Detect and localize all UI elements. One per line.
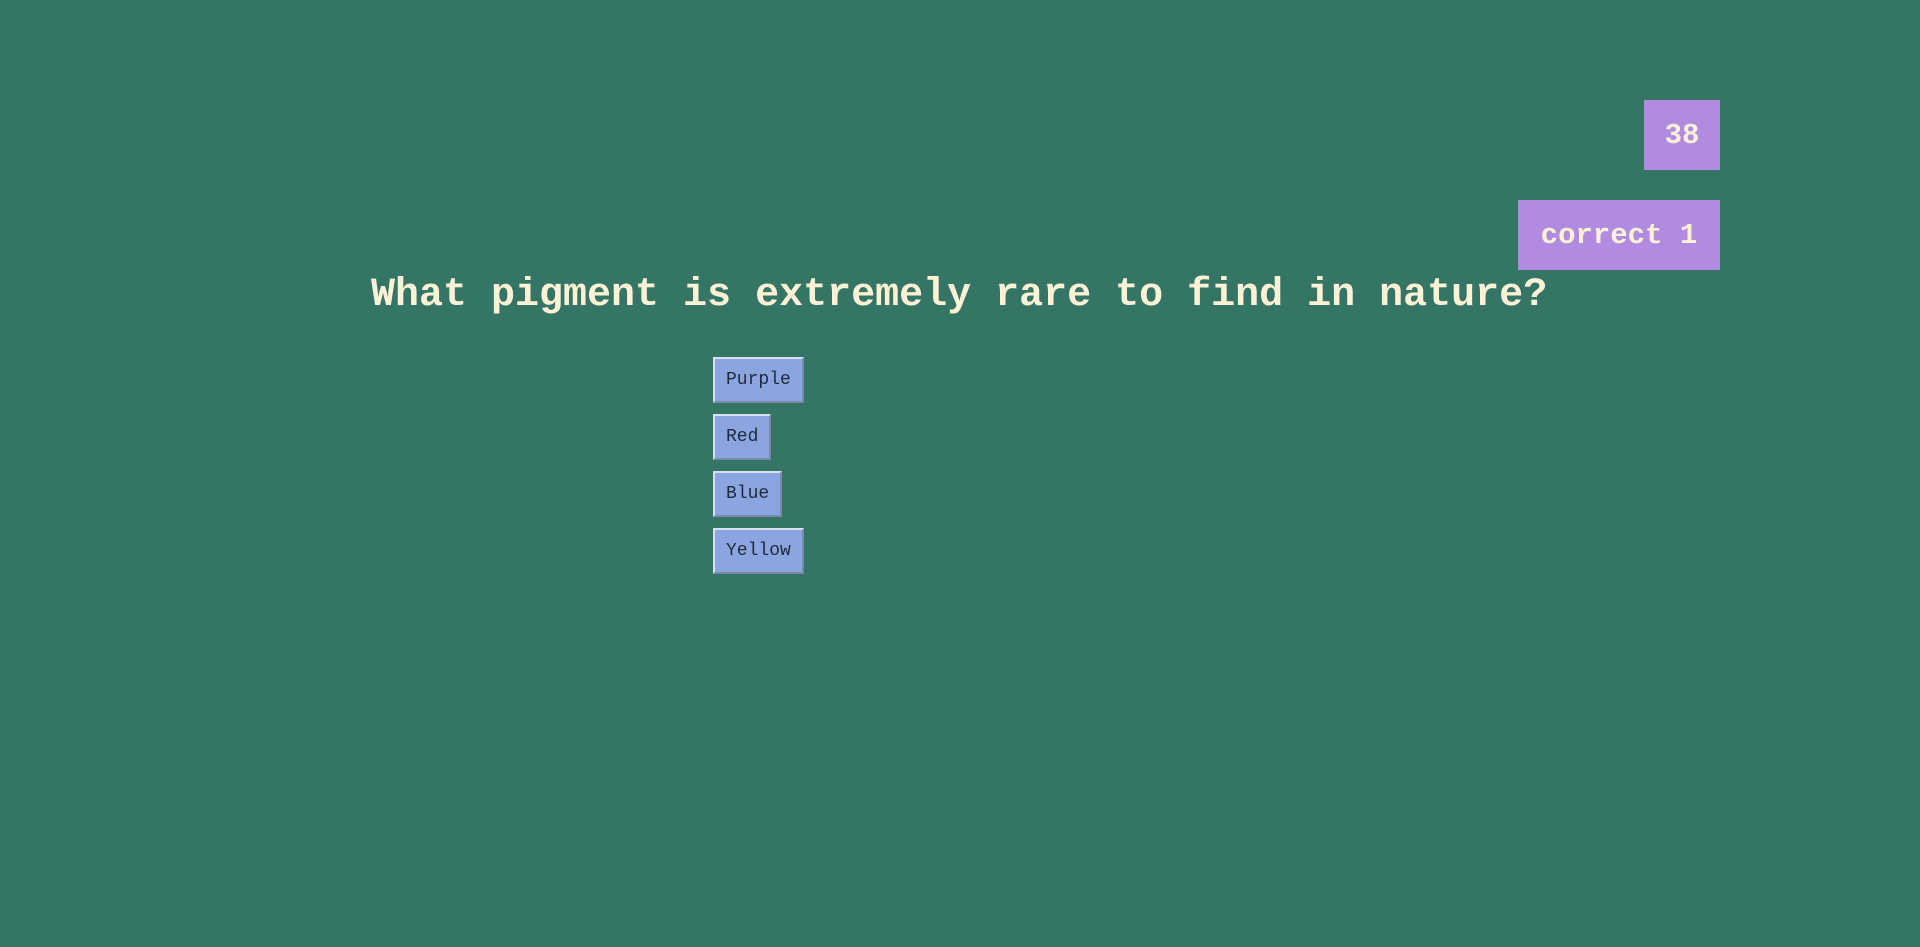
countdown-timer: 38 (1644, 100, 1720, 170)
answer-list: Purple Red Blue Yellow (713, 357, 804, 574)
answer-button-yellow[interactable]: Yellow (713, 528, 804, 574)
answer-button-purple[interactable]: Purple (713, 357, 804, 403)
question-text: What pigment is extremely rare to find i… (371, 273, 1548, 318)
score-counter: correct 1 (1518, 200, 1720, 270)
answer-button-red[interactable]: Red (713, 414, 772, 460)
quiz-screen: 38 correct 1 What pigment is extremely r… (0, 0, 1920, 947)
answer-button-blue[interactable]: Blue (713, 471, 783, 517)
